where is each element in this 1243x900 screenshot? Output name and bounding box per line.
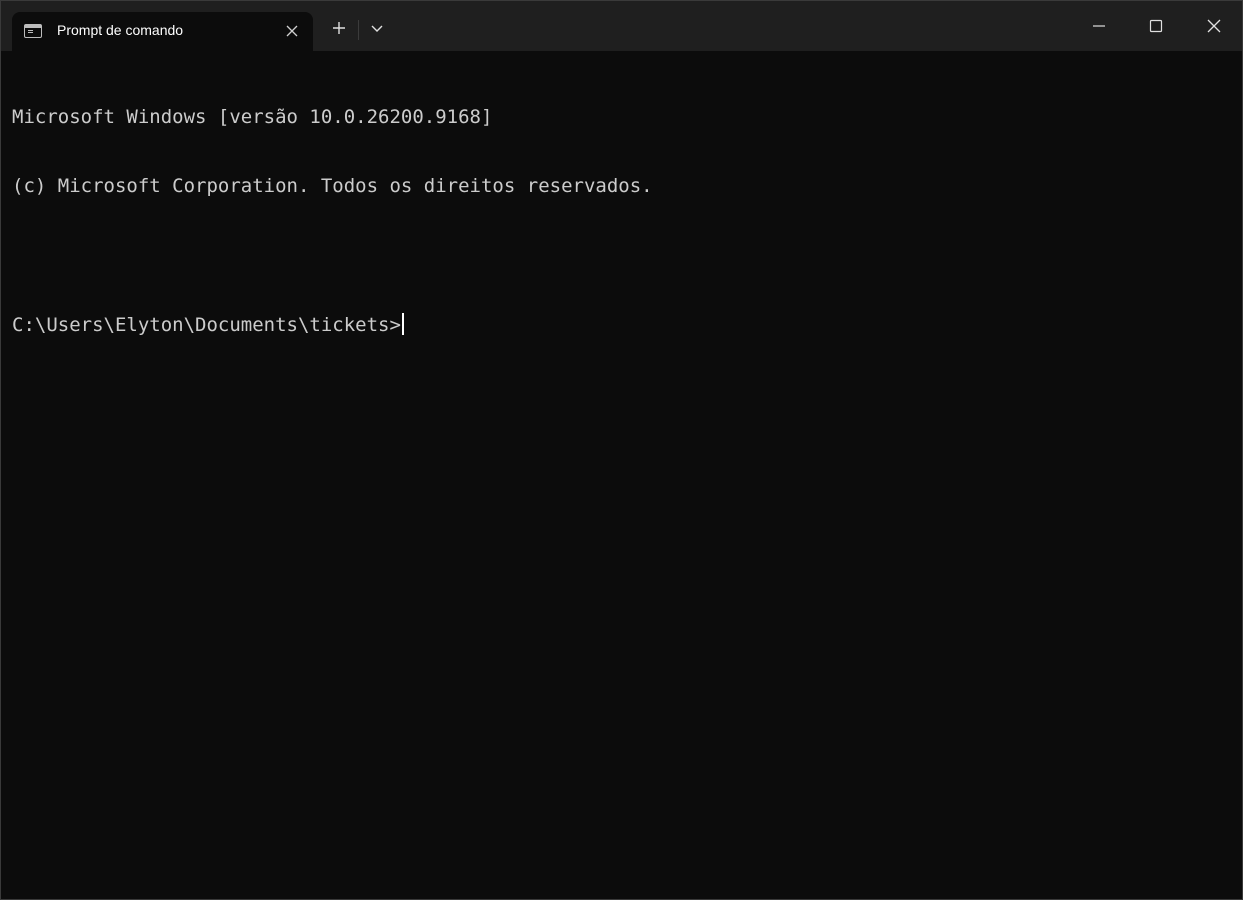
terminal-prompt-line[interactable]: C:\Users\Elyton\Documents\tickets>	[12, 313, 1232, 336]
chevron-down-icon	[371, 25, 383, 32]
new-tab-button[interactable]	[329, 18, 349, 38]
titlebar-separator	[358, 20, 359, 40]
terminal-window: Prompt de comando Microsoft Windows [ver…	[0, 0, 1243, 900]
minimize-button[interactable]	[1087, 14, 1111, 38]
terminal-line-copyright: (c) Microsoft Corporation. Todos os dire…	[12, 175, 653, 197]
terminal-output[interactable]: Microsoft Windows [versão 10.0.26200.916…	[12, 60, 1232, 889]
command-prompt-icon	[24, 24, 42, 38]
maximize-icon	[1149, 19, 1163, 33]
command-prompt: C:\Users\Elyton\Documents\tickets>	[12, 314, 401, 336]
terminal-line-version: Microsoft Windows [versão 10.0.26200.916…	[12, 106, 493, 128]
title-bar[interactable]: Prompt de comando	[1, 1, 1242, 51]
text-cursor	[401, 313, 404, 335]
minimize-icon	[1093, 25, 1105, 27]
maximize-button[interactable]	[1144, 14, 1168, 38]
plus-icon	[333, 22, 345, 34]
close-window-button[interactable]	[1202, 14, 1226, 38]
tab-close-button[interactable]	[285, 24, 299, 38]
tab-dropdown-button[interactable]	[367, 18, 387, 38]
close-icon	[1207, 19, 1221, 33]
close-icon	[286, 25, 298, 37]
tab-title: Prompt de comando	[57, 22, 184, 38]
tab-prompt-de-comando[interactable]: Prompt de comando	[12, 12, 313, 51]
